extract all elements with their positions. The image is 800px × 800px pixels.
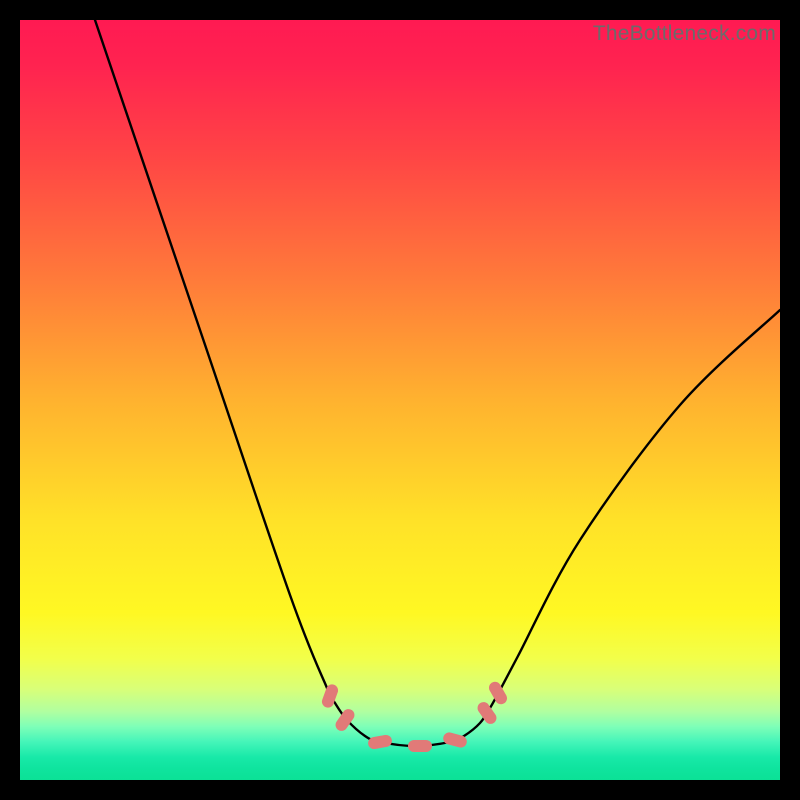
- curve-markers: [320, 680, 509, 752]
- marker-pill: [333, 707, 357, 734]
- marker-pill: [442, 731, 468, 749]
- watermark-text: TheBottleneck.com: [593, 22, 776, 46]
- chart-frame: TheBottleneck.com: [0, 0, 800, 800]
- marker-pill: [487, 680, 509, 707]
- marker-pill: [475, 700, 499, 727]
- plot-area: TheBottleneck.com: [20, 20, 780, 780]
- curve-layer: [20, 20, 780, 780]
- marker-pill: [408, 740, 432, 752]
- marker-pill: [367, 734, 393, 750]
- bottleneck-curve: [95, 20, 780, 746]
